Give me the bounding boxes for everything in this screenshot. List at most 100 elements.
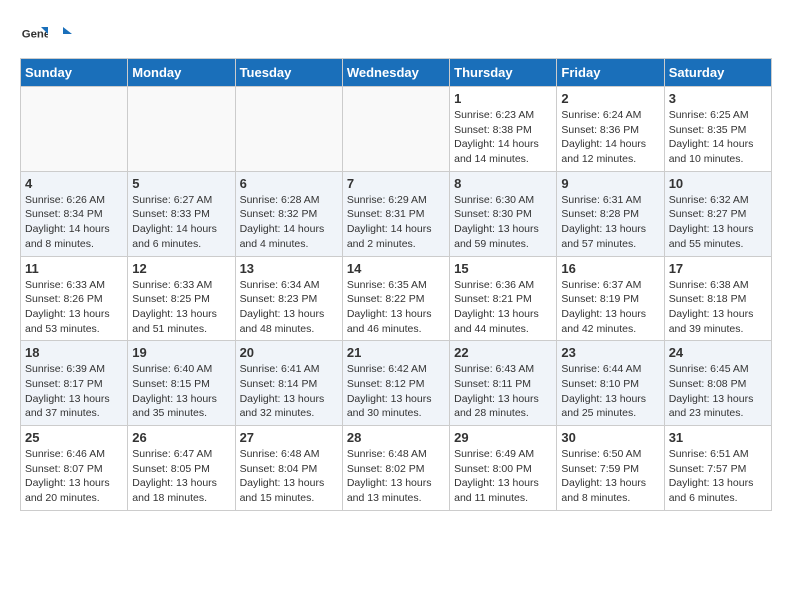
- day-info: Sunrise: 6:28 AM Sunset: 8:32 PM Dayligh…: [240, 193, 338, 252]
- calendar-cell: 13Sunrise: 6:34 AM Sunset: 8:23 PM Dayli…: [235, 256, 342, 341]
- calendar-week-row: 25 Sunrise: 6:46 AM Sunset: 8:07 PM Dayli…: [21, 426, 772, 511]
- day-number: 30: [561, 430, 659, 445]
- day-info: Sunrise: 6:35 AM Sunset: 8:22 PM Dayligh…: [347, 278, 445, 337]
- day-number: 2: [561, 91, 659, 106]
- logo: General: [20, 20, 72, 48]
- calendar-week-row: 4 Sunrise: 6:26 AM Sunset: 8:34 PM Daylig…: [21, 171, 772, 256]
- day-number: 6: [240, 176, 338, 191]
- header: General: [20, 20, 772, 48]
- day-info: Sunrise: 6:46 AM Sunset: 8:07 PM Dayligh…: [25, 447, 123, 506]
- calendar-cell: 11 Sunrise: 6:33 AM Sunset: 8:26 PM Dayli…: [21, 256, 128, 341]
- day-info: Sunrise: 6:32 AM Sunset: 8:27 PM Dayligh…: [669, 193, 767, 252]
- col-header-saturday: Saturday: [664, 59, 771, 87]
- col-header-friday: Friday: [557, 59, 664, 87]
- calendar-cell: 2 Sunrise: 6:24 AM Sunset: 8:36 PM Daylig…: [557, 87, 664, 172]
- calendar-cell: 22 Sunrise: 6:43 AM Sunset: 8:11 PM Dayli…: [450, 341, 557, 426]
- day-number: 25: [25, 430, 123, 445]
- logo-icon: General: [20, 20, 48, 48]
- day-info: Sunrise: 6:43 AM Sunset: 8:11 PM Dayligh…: [454, 362, 552, 421]
- day-info: Sunrise: 6:31 AM Sunset: 8:28 PM Dayligh…: [561, 193, 659, 252]
- day-number: 11: [25, 261, 123, 276]
- day-info: Sunrise: 6:49 AM Sunset: 8:00 PM Dayligh…: [454, 447, 552, 506]
- day-info: Sunrise: 6:44 AM Sunset: 8:10 PM Dayligh…: [561, 362, 659, 421]
- svg-text:General: General: [22, 29, 48, 41]
- day-info: Sunrise: 6:37 AM Sunset: 8:19 PM Dayligh…: [561, 278, 659, 337]
- day-info: Sunrise: 6:30 AM Sunset: 8:30 PM Dayligh…: [454, 193, 552, 252]
- calendar-cell: 20 Sunrise: 6:41 AM Sunset: 8:14 PM Dayli…: [235, 341, 342, 426]
- day-info: Sunrise: 6:47 AM Sunset: 8:05 PM Dayligh…: [132, 447, 230, 506]
- day-info: Sunrise: 6:48 AM Sunset: 8:02 PM Dayligh…: [347, 447, 445, 506]
- day-number: 4: [25, 176, 123, 191]
- calendar-cell: 4 Sunrise: 6:26 AM Sunset: 8:34 PM Daylig…: [21, 171, 128, 256]
- day-number: 27: [240, 430, 338, 445]
- calendar-cell: 25 Sunrise: 6:46 AM Sunset: 8:07 PM Dayli…: [21, 426, 128, 511]
- day-number: 21: [347, 345, 445, 360]
- day-number: 14: [347, 261, 445, 276]
- calendar-cell: 1Sunrise: 6:23 AM Sunset: 8:38 PM Daylig…: [450, 87, 557, 172]
- day-info: Sunrise: 6:45 AM Sunset: 8:08 PM Dayligh…: [669, 362, 767, 421]
- day-number: 8: [454, 176, 552, 191]
- col-header-wednesday: Wednesday: [342, 59, 449, 87]
- day-number: 7: [347, 176, 445, 191]
- calendar-cell: 21 Sunrise: 6:42 AM Sunset: 8:12 PM Dayli…: [342, 341, 449, 426]
- col-header-monday: Monday: [128, 59, 235, 87]
- day-number: 5: [132, 176, 230, 191]
- day-number: 19: [132, 345, 230, 360]
- calendar-cell: 24Sunrise: 6:45 AM Sunset: 8:08 PM Dayli…: [664, 341, 771, 426]
- calendar-cell: 26 Sunrise: 6:47 AM Sunset: 8:05 PM Dayli…: [128, 426, 235, 511]
- col-header-sunday: Sunday: [21, 59, 128, 87]
- calendar-cell: 23 Sunrise: 6:44 AM Sunset: 8:10 PM Dayli…: [557, 341, 664, 426]
- calendar-cell: 5 Sunrise: 6:27 AM Sunset: 8:33 PM Daylig…: [128, 171, 235, 256]
- calendar-cell: [342, 87, 449, 172]
- calendar-week-row: 18 Sunrise: 6:39 AM Sunset: 8:17 PM Dayli…: [21, 341, 772, 426]
- calendar-cell: [235, 87, 342, 172]
- day-info: Sunrise: 6:33 AM Sunset: 8:25 PM Dayligh…: [132, 278, 230, 337]
- day-info: Sunrise: 6:26 AM Sunset: 8:34 PM Dayligh…: [25, 193, 123, 252]
- calendar-cell: 31Sunrise: 6:51 AM Sunset: 7:57 PM Dayli…: [664, 426, 771, 511]
- calendar-cell: 3 Sunrise: 6:25 AM Sunset: 8:35 PM Daylig…: [664, 87, 771, 172]
- day-info: Sunrise: 6:33 AM Sunset: 8:26 PM Dayligh…: [25, 278, 123, 337]
- day-info: Sunrise: 6:36 AM Sunset: 8:21 PM Dayligh…: [454, 278, 552, 337]
- calendar-cell: [128, 87, 235, 172]
- day-info: Sunrise: 6:38 AM Sunset: 8:18 PM Dayligh…: [669, 278, 767, 337]
- day-info: Sunrise: 6:39 AM Sunset: 8:17 PM Dayligh…: [25, 362, 123, 421]
- day-number: 1: [454, 91, 552, 106]
- day-info: Sunrise: 6:25 AM Sunset: 8:35 PM Dayligh…: [669, 108, 767, 167]
- day-number: 22: [454, 345, 552, 360]
- calendar-week-row: 1Sunrise: 6:23 AM Sunset: 8:38 PM Daylig…: [21, 87, 772, 172]
- calendar-table: SundayMondayTuesdayWednesdayThursdayFrid…: [20, 58, 772, 511]
- day-info: Sunrise: 6:29 AM Sunset: 8:31 PM Dayligh…: [347, 193, 445, 252]
- day-number: 3: [669, 91, 767, 106]
- logo-bird-icon: [54, 25, 72, 43]
- day-info: Sunrise: 6:41 AM Sunset: 8:14 PM Dayligh…: [240, 362, 338, 421]
- day-number: 17: [669, 261, 767, 276]
- calendar-week-row: 11 Sunrise: 6:33 AM Sunset: 8:26 PM Dayli…: [21, 256, 772, 341]
- day-number: 18: [25, 345, 123, 360]
- day-number: 20: [240, 345, 338, 360]
- day-number: 31: [669, 430, 767, 445]
- calendar-cell: 28Sunrise: 6:48 AM Sunset: 8:02 PM Dayli…: [342, 426, 449, 511]
- day-number: 26: [132, 430, 230, 445]
- calendar-header-row: SundayMondayTuesdayWednesdayThursdayFrid…: [21, 59, 772, 87]
- day-info: Sunrise: 6:42 AM Sunset: 8:12 PM Dayligh…: [347, 362, 445, 421]
- calendar-cell: 7 Sunrise: 6:29 AM Sunset: 8:31 PM Daylig…: [342, 171, 449, 256]
- calendar-cell: 19Sunrise: 6:40 AM Sunset: 8:15 PM Dayli…: [128, 341, 235, 426]
- day-info: Sunrise: 6:24 AM Sunset: 8:36 PM Dayligh…: [561, 108, 659, 167]
- day-number: 16: [561, 261, 659, 276]
- calendar-cell: 15Sunrise: 6:36 AM Sunset: 8:21 PM Dayli…: [450, 256, 557, 341]
- day-number: 13: [240, 261, 338, 276]
- day-number: 29: [454, 430, 552, 445]
- day-number: 10: [669, 176, 767, 191]
- calendar-cell: 30 Sunrise: 6:50 AM Sunset: 7:59 PM Dayli…: [557, 426, 664, 511]
- calendar-cell: 10 Sunrise: 6:32 AM Sunset: 8:27 PM Dayli…: [664, 171, 771, 256]
- day-number: 12: [132, 261, 230, 276]
- day-number: 23: [561, 345, 659, 360]
- calendar-cell: 12 Sunrise: 6:33 AM Sunset: 8:25 PM Dayli…: [128, 256, 235, 341]
- calendar-cell: 14 Sunrise: 6:35 AM Sunset: 8:22 PM Dayli…: [342, 256, 449, 341]
- day-number: 9: [561, 176, 659, 191]
- day-info: Sunrise: 6:27 AM Sunset: 8:33 PM Dayligh…: [132, 193, 230, 252]
- day-info: Sunrise: 6:50 AM Sunset: 7:59 PM Dayligh…: [561, 447, 659, 506]
- calendar-cell: 27Sunrise: 6:48 AM Sunset: 8:04 PM Dayli…: [235, 426, 342, 511]
- calendar-cell: 8 Sunrise: 6:30 AM Sunset: 8:30 PM Daylig…: [450, 171, 557, 256]
- calendar-cell: [21, 87, 128, 172]
